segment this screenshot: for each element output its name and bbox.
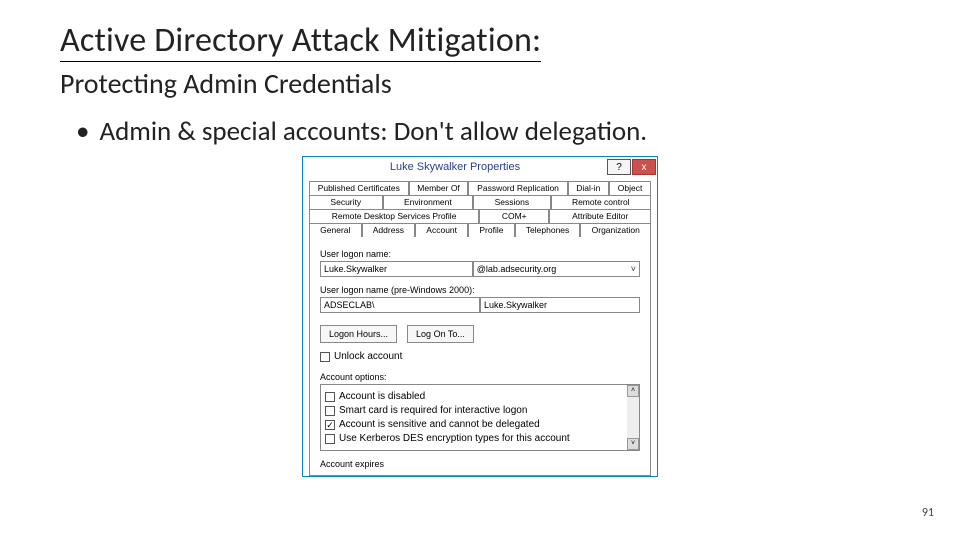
bullet-dot-icon: • bbox=[76, 115, 89, 148]
tab-remote-control[interactable]: Remote control bbox=[551, 195, 652, 209]
slide-title: Active Directory Attack Mitigation: bbox=[60, 20, 541, 62]
scroll-track[interactable] bbox=[627, 397, 639, 438]
options-scrollbar[interactable]: ˄ ˅ bbox=[627, 385, 639, 450]
dialog-titlebar: Luke Skywalker Properties ? x bbox=[303, 157, 657, 177]
account-expires-label: Account expires bbox=[320, 459, 640, 469]
log-on-to-button[interactable]: Log On To... bbox=[407, 325, 474, 343]
tab-general[interactable]: General bbox=[309, 223, 362, 237]
tab-account[interactable]: Account bbox=[415, 223, 468, 237]
tab-security[interactable]: Security bbox=[309, 195, 383, 209]
tab-member-of[interactable]: Member Of bbox=[409, 181, 469, 195]
unlock-account-checkbox[interactable] bbox=[320, 352, 330, 362]
scroll-up-icon[interactable]: ˄ bbox=[627, 385, 639, 397]
logon-name-label: User logon name: bbox=[320, 249, 640, 259]
opt-disabled-checkbox[interactable] bbox=[325, 392, 335, 402]
opt-sensitive-checkbox[interactable] bbox=[325, 420, 335, 430]
tab-attribute-editor[interactable]: Attribute Editor bbox=[549, 209, 651, 223]
logon-name-input[interactable]: Luke.Skywalker bbox=[320, 261, 473, 277]
tab-com-plus[interactable]: COM+ bbox=[479, 209, 549, 223]
opt-sensitive-label: Account is sensitive and cannot be deleg… bbox=[339, 419, 540, 430]
opt-disabled-label: Account is disabled bbox=[339, 391, 425, 402]
opt-smartcard-checkbox[interactable] bbox=[325, 406, 335, 416]
tab-password-replication[interactable]: Password Replication bbox=[468, 181, 567, 195]
tab-sessions[interactable]: Sessions bbox=[473, 195, 550, 209]
help-button[interactable]: ? bbox=[607, 159, 631, 175]
tab-object[interactable]: Object bbox=[609, 181, 651, 195]
slide-subtitle: Protecting Admin Credentials bbox=[60, 66, 900, 101]
bullet-text: Admin & special accounts: Don't allow de… bbox=[99, 115, 647, 148]
pre2000-label: User logon name (pre-Windows 2000): bbox=[320, 285, 640, 295]
close-button[interactable]: x bbox=[632, 159, 656, 175]
page-number: 91 bbox=[922, 506, 934, 520]
unlock-account-label: Unlock account bbox=[334, 351, 402, 362]
tab-dial-in[interactable]: Dial-in bbox=[568, 181, 609, 195]
tab-address[interactable]: Address bbox=[362, 223, 416, 237]
pre2000-domain-input[interactable]: ADSECLAB\ bbox=[320, 297, 480, 313]
pre2000-user-input[interactable]: Luke.Skywalker bbox=[480, 297, 640, 313]
domain-select[interactable]: @lab.adsecurity.org bbox=[473, 261, 640, 277]
account-options-listbox: Account is disabled Smart card is requir… bbox=[320, 384, 640, 451]
scroll-down-icon[interactable]: ˅ bbox=[627, 438, 639, 450]
logon-hours-button[interactable]: Logon Hours... bbox=[320, 325, 397, 343]
account-panel: User logon name: Luke.Skywalker @lab.ads… bbox=[309, 237, 651, 476]
tab-environment[interactable]: Environment bbox=[383, 195, 474, 209]
tab-published-certificates[interactable]: Published Certificates bbox=[309, 181, 409, 195]
opt-smartcard-label: Smart card is required for interactive l… bbox=[339, 405, 527, 416]
properties-dialog: Luke Skywalker Properties ? x Published … bbox=[302, 156, 658, 477]
opt-des-label: Use Kerberos DES encryption types for th… bbox=[339, 433, 570, 444]
tab-profile[interactable]: Profile bbox=[468, 223, 514, 237]
bullet-item: • Admin & special accounts: Don't allow d… bbox=[76, 115, 900, 148]
account-options-label: Account options: bbox=[320, 372, 640, 382]
tab-organization[interactable]: Organization bbox=[580, 223, 651, 237]
tab-rds-profile[interactable]: Remote Desktop Services Profile bbox=[309, 209, 479, 223]
opt-des-checkbox[interactable] bbox=[325, 434, 335, 444]
dialog-title: Luke Skywalker Properties bbox=[303, 161, 607, 173]
tab-telephones[interactable]: Telephones bbox=[515, 223, 581, 237]
